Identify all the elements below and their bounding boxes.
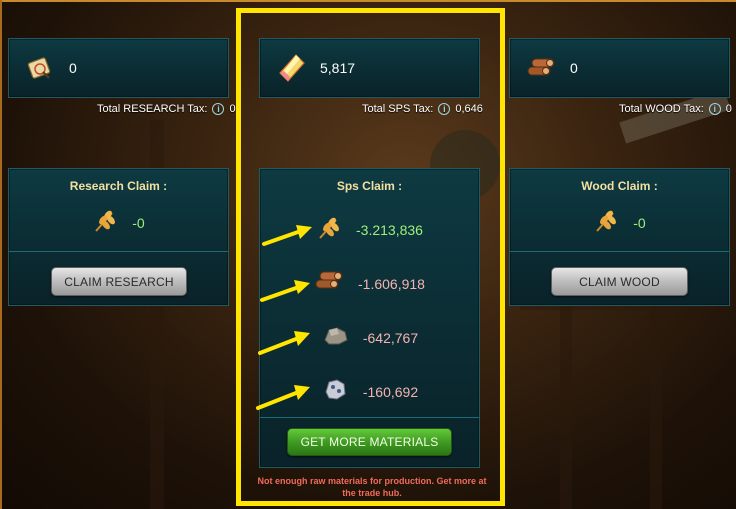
divider — [510, 251, 729, 252]
research-tax-label: Total RESEARCH Tax: — [97, 103, 208, 115]
background-post — [560, 300, 572, 509]
wood-balance-panel: 0 — [509, 38, 730, 98]
info-icon[interactable]: i — [708, 103, 721, 115]
research-tax-value: 0 — [229, 103, 236, 115]
wood-tax: Total WOOD Tax: i 0 — [619, 103, 732, 115]
claim-research-button[interactable]: CLAIM RESEARCH — [51, 267, 187, 296]
divider — [9, 251, 228, 252]
research-balance-value: 0 — [69, 60, 77, 76]
arrow-icon — [256, 385, 310, 410]
arrow-icon — [262, 225, 312, 246]
research-claim-title: Research Claim : — [69, 179, 168, 193]
frame-border-left — [0, 0, 2, 509]
wood-logs-icon — [526, 53, 556, 83]
research-tax: Total RESEARCH Tax: i 0 — [97, 103, 236, 115]
claim-wood-button[interactable]: CLAIM WOOD — [551, 267, 688, 296]
research-scroll-icon — [25, 53, 55, 83]
wood-tax-value: 0 — [725, 103, 732, 115]
highlight-frame — [236, 8, 505, 506]
wood-balance-value: 0 — [570, 60, 578, 76]
wood-claim-title: Wood Claim : — [581, 179, 658, 193]
arrow-icon — [258, 331, 310, 355]
research-balance-panel: 0 — [8, 38, 229, 98]
grain-icon — [593, 207, 619, 238]
frame-border-top — [0, 0, 736, 2]
info-icon[interactable]: i — [212, 103, 225, 115]
research-claim-amount: -0 — [132, 214, 145, 231]
arrow-icon — [260, 280, 310, 302]
wood-tax-label: Total WOOD Tax: — [619, 103, 704, 115]
grain-icon — [92, 207, 118, 238]
wood-claim-amount: -0 — [633, 214, 646, 231]
background-post — [650, 300, 662, 509]
